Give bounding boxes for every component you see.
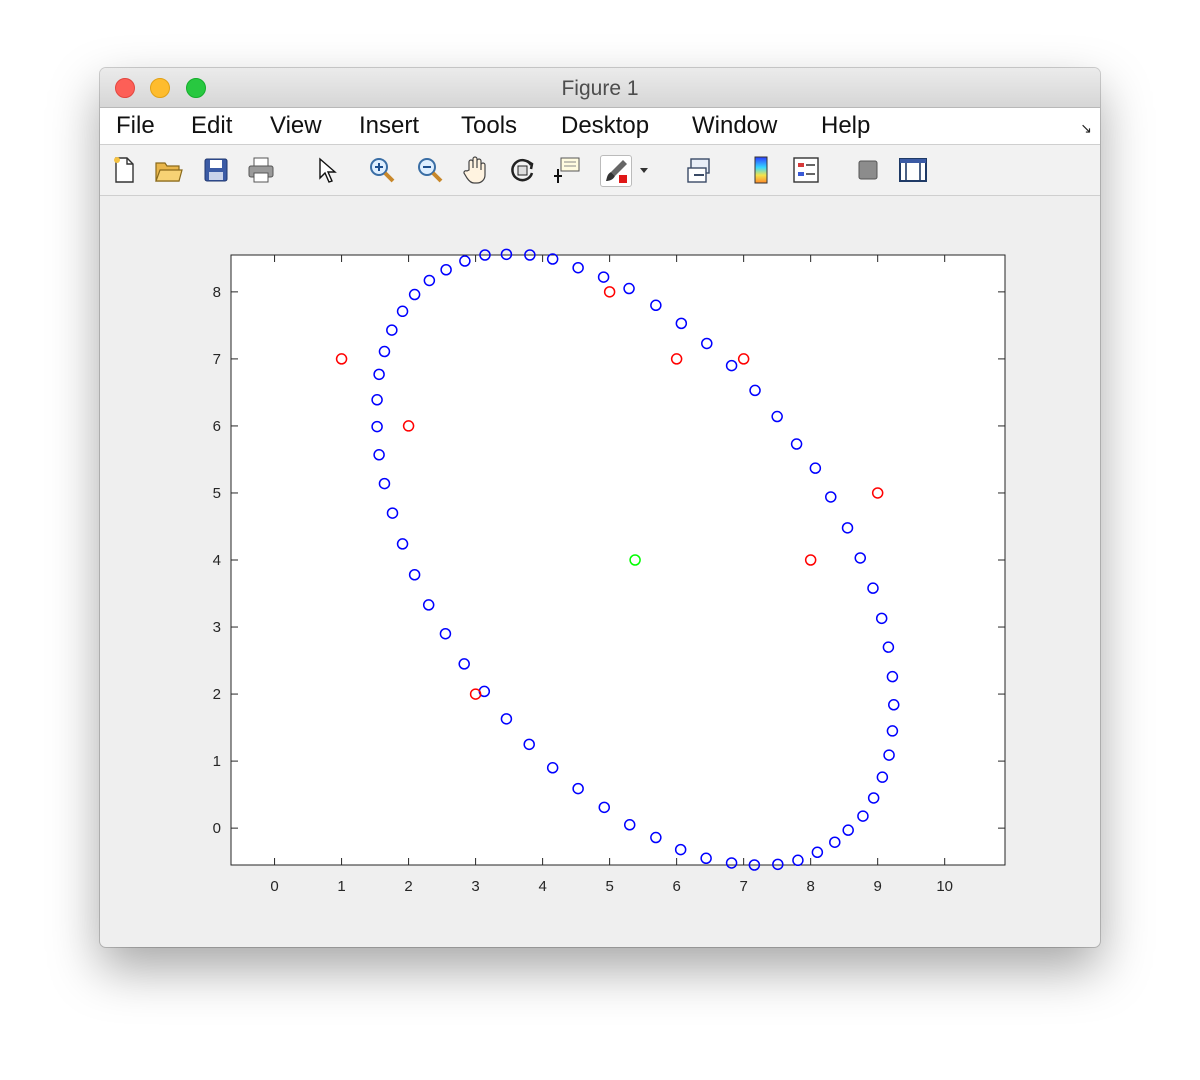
hide-plot-tools-icon[interactable] [853,155,883,185]
menu-bar: File Edit View Insert Tools Desktop Wind… [100,108,1100,145]
open-file-icon[interactable] [153,155,183,185]
menu-help[interactable]: Help [821,112,870,140]
print-icon[interactable] [246,155,276,185]
x-tick-label: 0 [270,878,278,895]
y-tick-label: 7 [213,351,221,368]
figure-window: Figure 1 File Edit View Insert Tools Des… [100,68,1100,947]
x-tick-label: 8 [806,878,814,895]
plot-canvas[interactable]: 0 1 2 3 4 5 6 7 8 9 10 0 1 2 3 4 5 6 7 8 [100,196,1100,947]
y-tick-label: 2 [213,686,221,703]
x-tick-label: 5 [605,878,613,895]
x-tick-label: 6 [672,878,680,895]
menu-edit[interactable]: Edit [191,112,232,140]
data-cursor-icon[interactable] [552,155,582,185]
x-tick-label: 3 [471,878,479,895]
rotate-3d-icon[interactable] [507,155,537,185]
x-tick-label: 7 [739,878,747,895]
save-icon[interactable] [201,155,231,185]
scatter-plot[interactable]: 0 1 2 3 4 5 6 7 8 9 10 0 1 2 3 4 5 6 7 8 [100,196,1100,947]
x-tick-label: 10 [936,878,953,895]
y-tick-label: 5 [213,485,221,502]
axes-box [230,254,1006,866]
figure-toolbar [100,145,1100,196]
menu-desktop[interactable]: Desktop [561,112,649,140]
colorbar-icon[interactable] [746,155,776,185]
y-tick-label: 6 [213,418,221,435]
y-tick-label: 3 [213,619,221,636]
x-tick-label: 4 [538,878,546,895]
menu-file[interactable]: File [116,112,155,140]
brush-icon[interactable] [600,155,632,187]
menu-window[interactable]: Window [692,112,777,140]
y-tick-label: 0 [213,820,221,837]
edit-plot-arrow-icon[interactable] [311,155,341,185]
zoom-out-icon[interactable] [415,155,445,185]
x-tick-label: 1 [337,878,345,895]
menu-insert[interactable]: Insert [359,112,419,140]
x-tick-label: 2 [404,878,412,895]
y-tick-label: 1 [213,753,221,770]
y-tick-label: 4 [213,552,221,569]
y-tick-label: 8 [213,284,221,301]
title-bar[interactable]: Figure 1 [100,68,1100,108]
link-plot-icon[interactable] [685,155,715,185]
x-tick-label: 9 [874,878,882,895]
brush-dropdown-icon[interactable] [637,155,651,185]
window-title: Figure 1 [561,77,639,100]
pan-hand-icon[interactable] [461,155,491,185]
zoom-in-icon[interactable] [367,155,397,185]
show-plot-tools-icon[interactable] [898,155,928,185]
legend-icon[interactable] [791,155,821,185]
dock-figure-icon[interactable]: ↘ [1080,120,1092,137]
new-figure-icon[interactable] [109,155,139,185]
menu-tools[interactable]: Tools [461,112,517,140]
menu-view[interactable]: View [270,112,322,140]
